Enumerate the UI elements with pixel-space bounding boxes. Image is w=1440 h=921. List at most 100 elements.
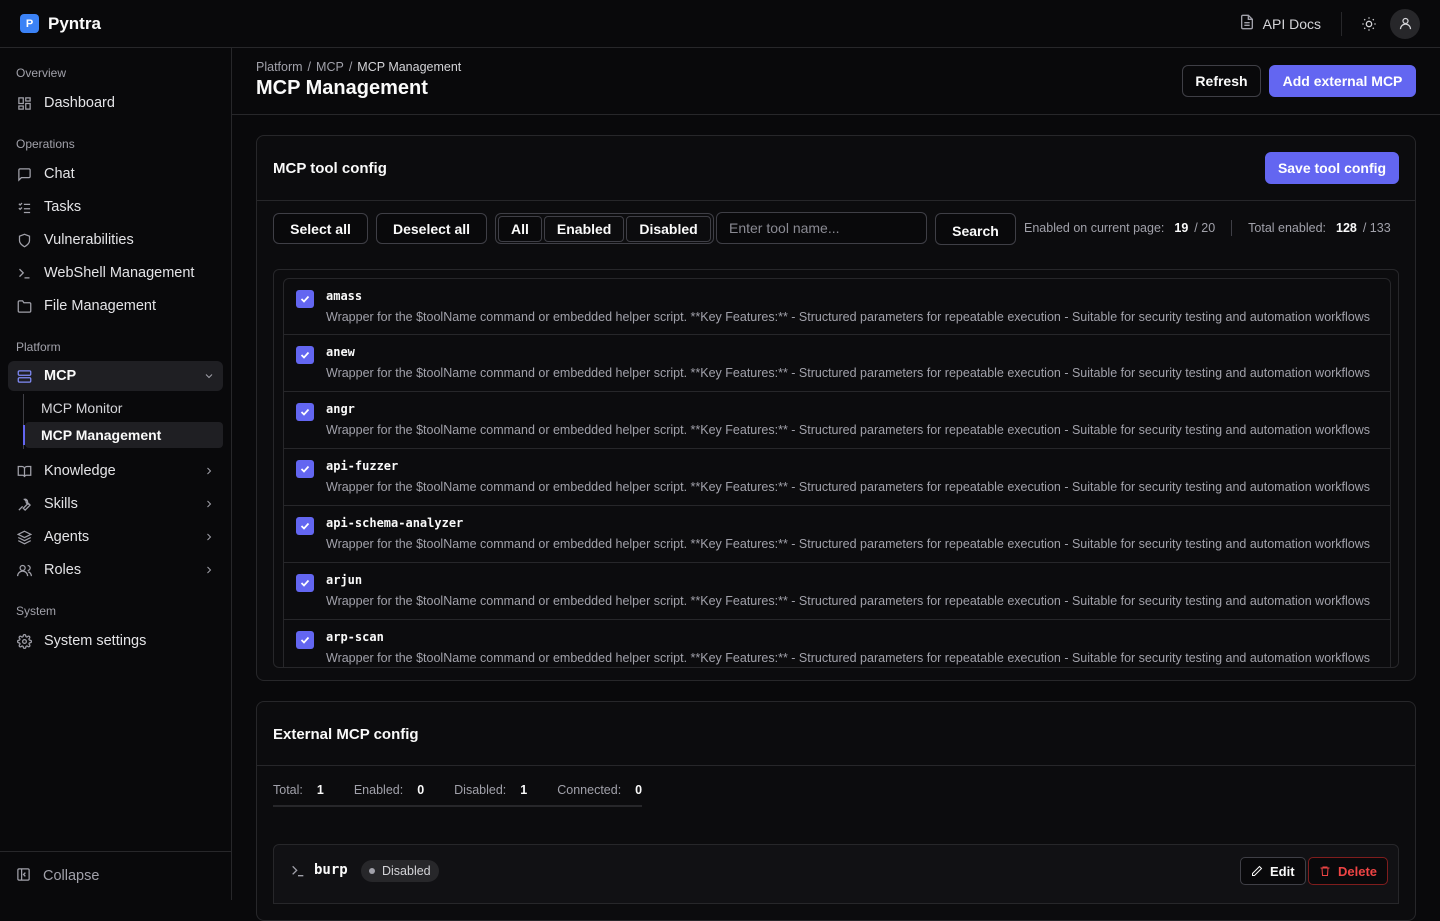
panel-left-icon xyxy=(16,867,31,886)
page-enabled-label: Enabled on current page: xyxy=(1024,221,1165,235)
check-icon xyxy=(300,408,310,416)
check-icon xyxy=(300,465,310,473)
breadcrumb-item[interactable]: Platform xyxy=(256,60,303,74)
sidebar-item-roles[interactable]: Roles xyxy=(8,555,223,585)
stat-connected-label: Connected: xyxy=(557,783,622,797)
tool-checkbox[interactable] xyxy=(296,574,314,592)
page-title: MCP Management xyxy=(256,77,428,99)
stat-connected-value: 0 xyxy=(635,783,643,797)
tool-checkbox[interactable] xyxy=(296,631,314,649)
gear-icon xyxy=(16,633,32,649)
tool-name: amass xyxy=(326,289,363,303)
sidebar-item-label: Chat xyxy=(44,166,75,182)
tool-description: Wrapper for the $toolName command or emb… xyxy=(326,310,1371,324)
delete-label: Delete xyxy=(1338,863,1378,879)
select-all-button[interactable]: Select all xyxy=(273,213,368,244)
external-stats: Total: 1 Enabled: 0 Disabled: 1 Connecte… xyxy=(273,783,643,807)
sidebar-item-label: Roles xyxy=(44,562,82,578)
filter-disabled[interactable]: Disabled xyxy=(626,216,711,242)
chevron-down-icon xyxy=(203,370,215,382)
sidebar-subitem-mcp-management[interactable]: MCP Management xyxy=(23,422,223,448)
deselect-all-button[interactable]: Deselect all xyxy=(376,213,487,244)
sidebar-item-files[interactable]: File Management xyxy=(8,291,223,321)
breadcrumb-separator: / xyxy=(348,60,353,74)
stat-enabled-label: Enabled: xyxy=(353,783,404,797)
tool-stats: Enabled on current page: 19 / 20 Total e… xyxy=(1024,220,1391,236)
tool-row: api-schema-analyzer Wrapper for the $too… xyxy=(283,506,1391,563)
add-external-mcp-button[interactable]: Add external MCP xyxy=(1269,65,1416,97)
tool-row: anew Wrapper for the $toolName command o… xyxy=(283,335,1391,392)
collapse-sidebar-button[interactable]: Collapse xyxy=(0,851,231,900)
refresh-button[interactable]: Refresh xyxy=(1182,65,1261,97)
sidebar-item-label: System settings xyxy=(44,633,147,649)
sidebar-item-tasks[interactable]: Tasks xyxy=(8,192,223,222)
edit-button[interactable]: Edit xyxy=(1240,857,1306,885)
breadcrumb: Platform / MCP / MCP Management xyxy=(256,60,461,74)
save-tool-config-button[interactable]: Save tool config xyxy=(1265,152,1399,184)
trash-icon xyxy=(1320,866,1330,876)
sidebar-item-system-settings[interactable]: System settings xyxy=(8,626,223,656)
tool-name: arp-scan xyxy=(326,630,384,644)
sidebar-item-label: Vulnerabilities xyxy=(44,232,134,248)
brand-logo: P xyxy=(20,14,39,33)
external-server-row: burp Disabled Edit Delete xyxy=(273,844,1399,904)
sidebar-item-label: Agents xyxy=(44,529,90,545)
section-operations: Operations xyxy=(16,137,75,151)
tool-row: amass Wrapper for the $toolName command … xyxy=(283,278,1391,335)
dashboard-icon xyxy=(16,95,32,111)
wrench-icon xyxy=(16,496,32,512)
sidebar-item-label: WebShell Management xyxy=(44,265,195,281)
sidebar-item-label: MCP xyxy=(44,368,77,384)
tool-name: arjun xyxy=(326,573,363,587)
tool-checkbox[interactable] xyxy=(296,517,314,535)
tool-checkbox[interactable] xyxy=(296,346,314,364)
page-total-count: / 20 xyxy=(1194,221,1216,235)
sidebar-item-webshell[interactable]: WebShell Management xyxy=(8,258,223,288)
sidebar-item-mcp[interactable]: MCP xyxy=(8,361,223,391)
tool-description: Wrapper for the $toolName command or emb… xyxy=(326,651,1371,665)
filter-enabled[interactable]: Enabled xyxy=(543,216,625,242)
brand[interactable]: P Pyntra xyxy=(20,14,101,34)
sidebar-item-label: File Management xyxy=(44,298,157,314)
tool-description: Wrapper for the $toolName command or emb… xyxy=(326,594,1371,608)
user-avatar-button[interactable] xyxy=(1390,8,1420,39)
sidebar-subitem-mcp-monitor[interactable]: MCP Monitor xyxy=(25,395,223,421)
tool-description: Wrapper for the $toolName command or emb… xyxy=(326,423,1371,437)
breadcrumb-item[interactable]: MCP xyxy=(316,60,344,74)
sidebar-item-chat[interactable]: Chat xyxy=(8,159,223,189)
delete-button[interactable]: Delete xyxy=(1308,857,1389,885)
tool-checkbox[interactable] xyxy=(296,460,314,478)
filter-all[interactable]: All xyxy=(498,216,542,242)
sidebar: Overview Dashboard Operations Chat Tasks… xyxy=(0,48,232,900)
tool-name: api-schema-analyzer xyxy=(326,516,464,530)
sidebar-item-dashboard[interactable]: Dashboard xyxy=(8,88,223,118)
theme-toggle-button[interactable] xyxy=(1352,7,1386,41)
sidebar-item-knowledge[interactable]: Knowledge xyxy=(8,456,223,486)
check-icon xyxy=(300,522,310,530)
user-icon xyxy=(1399,17,1411,30)
stat-total-label: Total: xyxy=(273,783,303,797)
top-actions: API Docs xyxy=(1239,7,1420,41)
search-button[interactable]: Search xyxy=(935,213,1016,245)
sidebar-item-agents[interactable]: Agents xyxy=(8,522,223,552)
server-icon xyxy=(16,368,32,384)
chevron-right-icon xyxy=(203,498,215,510)
sidebar-item-skills[interactable]: Skills xyxy=(8,489,223,519)
chevron-right-icon xyxy=(203,564,215,576)
tool-search-input[interactable] xyxy=(716,212,927,244)
status-badge: Disabled xyxy=(361,860,439,882)
external-config-card: External MCP config Total: 1 Enabled: 0 … xyxy=(256,701,1416,921)
tool-name: angr xyxy=(326,402,355,416)
status-filter: All Enabled Disabled xyxy=(495,213,714,244)
sidebar-item-label: Dashboard xyxy=(44,95,115,111)
tool-list-scroll[interactable]: amass Wrapper for the $toolName command … xyxy=(283,278,1391,667)
check-icon xyxy=(300,636,310,644)
tool-checkbox[interactable] xyxy=(296,290,314,308)
page-enabled-count: 19 xyxy=(1174,221,1189,235)
api-docs-link[interactable]: API Docs xyxy=(1239,11,1342,36)
sidebar-item-vulnerabilities[interactable]: Vulnerabilities xyxy=(8,225,223,255)
tool-row: api-fuzzer Wrapper for the $toolName com… xyxy=(283,449,1391,506)
layers-icon xyxy=(16,529,32,545)
tool-config-card: MCP tool config Save tool config Select … xyxy=(256,135,1416,681)
tool-checkbox[interactable] xyxy=(296,403,314,421)
